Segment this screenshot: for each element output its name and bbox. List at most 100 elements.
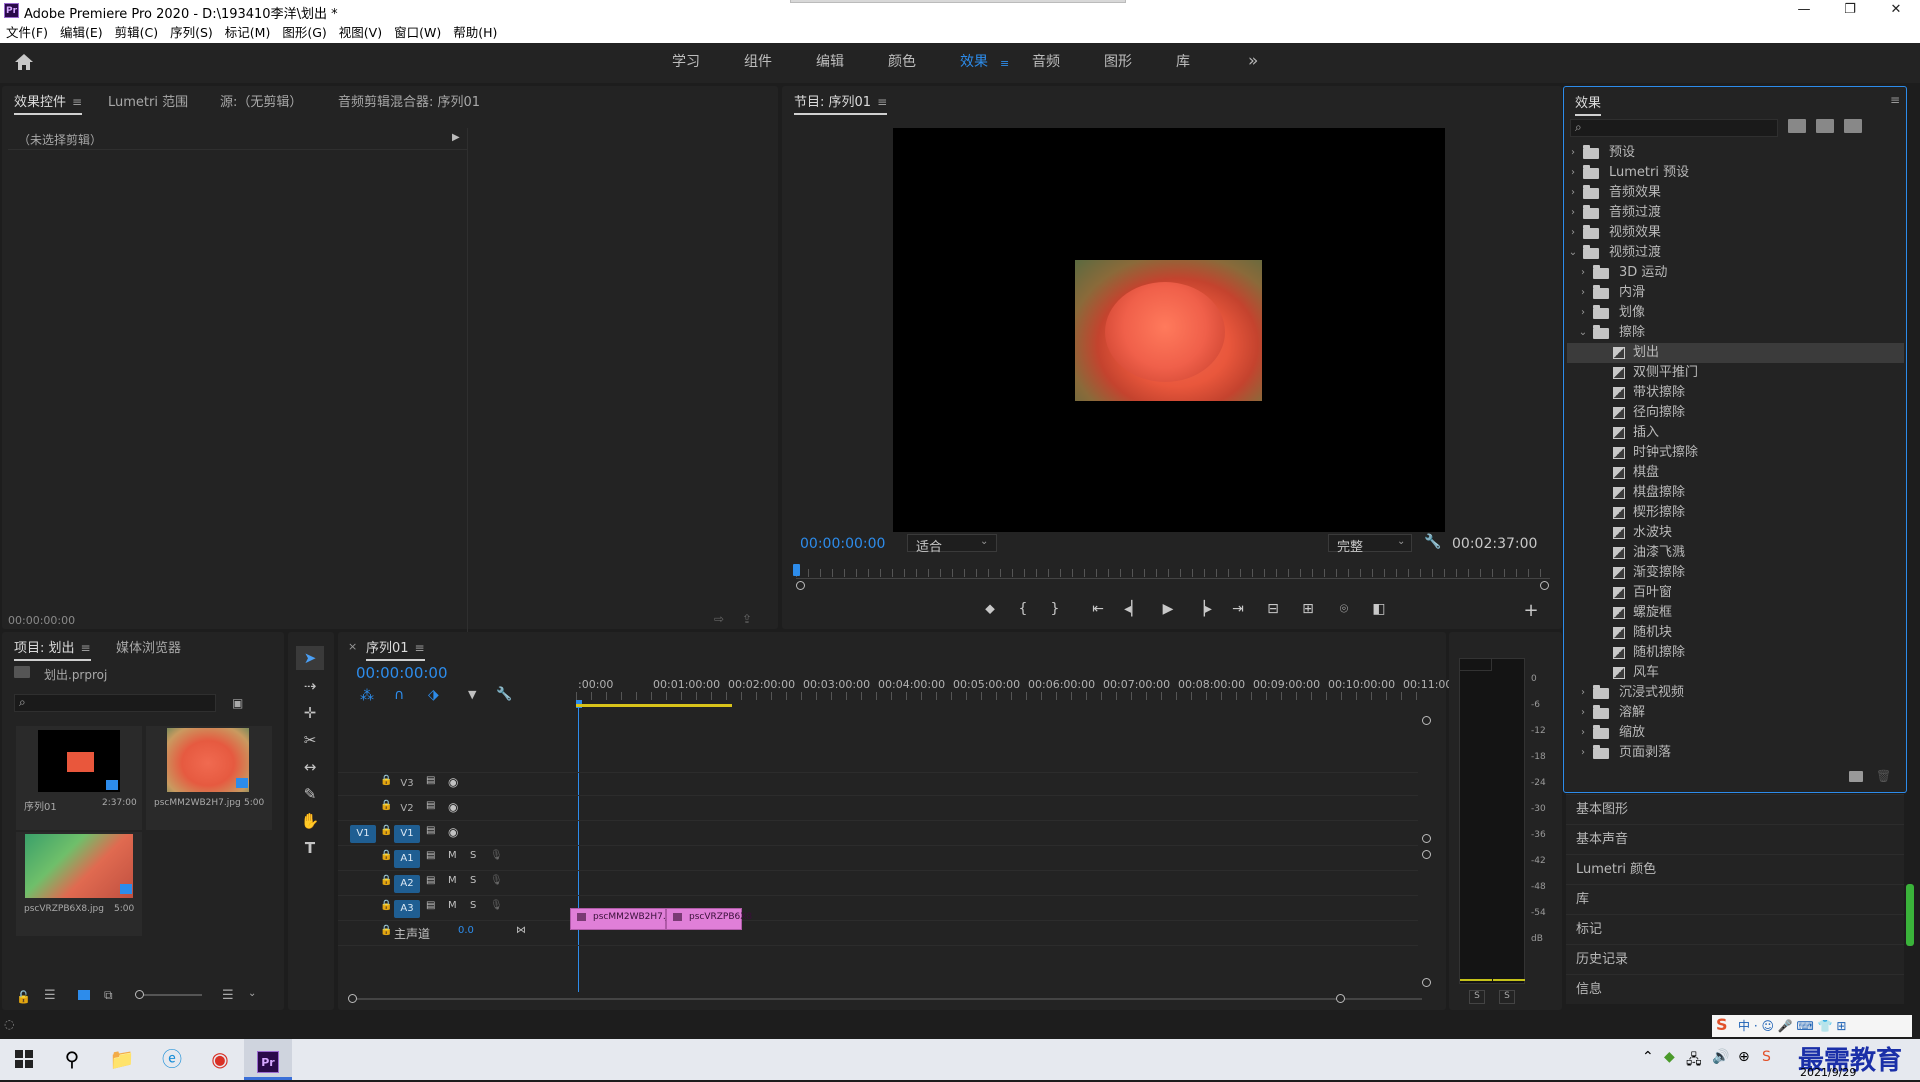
project-item-sequence[interactable]: 序列01 2:37:00 <box>16 726 142 830</box>
razor-tool-icon[interactable]: ✂ <box>296 728 324 752</box>
selection-tool-icon[interactable]: ➤ <box>296 646 324 670</box>
effects-search-input[interactable]: ⌕ <box>1570 119 1778 137</box>
maximize-button[interactable]: ❐ <box>1827 0 1873 22</box>
step-back-icon[interactable]: ◂▏ <box>1122 601 1144 617</box>
lift-icon[interactable]: ⊟ <box>1262 601 1284 617</box>
chevron-right-icon[interactable]: › <box>1577 723 1589 743</box>
toggle-sync-icon[interactable]: ▤ <box>426 850 435 861</box>
chevron-right-icon[interactable]: › <box>1577 303 1589 323</box>
effects-tree-item-6[interactable]: › 3D 运动 <box>1567 263 1904 283</box>
workspace-tab-1[interactable]: 组件 <box>744 43 772 81</box>
chevron-right-icon[interactable]: › <box>1577 683 1589 703</box>
zoom-slider[interactable] <box>135 990 202 999</box>
solo-button[interactable]: S <box>470 875 476 886</box>
chevron-right-icon[interactable]: › <box>1567 143 1579 163</box>
taskbar-search-icon[interactable]: ⚲ <box>48 1039 96 1080</box>
effects-tree-item-12[interactable]: 带状擦除 <box>1567 383 1904 403</box>
effects-tree-item-22[interactable]: 百叶窗 <box>1567 583 1904 603</box>
chevron-right-icon[interactable]: › <box>1567 203 1579 223</box>
side-panel-3[interactable]: 库 <box>1566 884 1904 914</box>
project-search-input[interactable]: ⌕ <box>14 694 216 712</box>
track-label-V2[interactable]: V2 <box>394 800 420 818</box>
voiceover-mic-icon[interactable]: 🎙 <box>490 850 503 861</box>
icon-view-icon[interactable] <box>78 990 90 1000</box>
effects-tree-item-25[interactable]: 随机擦除 <box>1567 643 1904 663</box>
tab-audio-clip-mixer[interactable]: 音频剪辑混合器: 序列01 <box>338 91 480 110</box>
menu-item-7[interactable]: 窗口(W) <box>388 22 447 43</box>
program-playhead[interactable] <box>793 564 800 576</box>
work-area-bar[interactable] <box>576 704 732 707</box>
linked-selection-icon[interactable]: ∩ <box>394 687 404 703</box>
chevron-right-icon[interactable]: › <box>1577 263 1589 283</box>
track-lock-icon[interactable]: 🔒 <box>380 850 392 861</box>
network-icon[interactable]: 🖧 <box>1686 1049 1702 1073</box>
tray-shield-icon[interactable]: ◆ <box>1664 1049 1675 1065</box>
effects-tree-item-16[interactable]: 棋盘 <box>1567 463 1904 483</box>
panel-menu-icon[interactable]: ≡ <box>81 641 91 655</box>
go-to-out-icon[interactable]: ⇥ <box>1227 601 1249 617</box>
effects-tree-item-4[interactable]: › 视频效果 <box>1567 223 1904 243</box>
workspace-tab-4[interactable]: 效果 <box>960 43 988 81</box>
horizontal-scrollbar[interactable] <box>348 994 1422 1003</box>
track-select-tool-icon[interactable]: ⇢ <box>296 674 324 698</box>
effects-tree-item-27[interactable]: › 沉浸式视频 <box>1567 683 1904 703</box>
effects-tree-item-21[interactable]: 渐变擦除 <box>1567 563 1904 583</box>
track-lock-icon[interactable]: 🔒 <box>380 900 392 911</box>
chevron-down-icon[interactable]: ⌄ <box>248 988 256 999</box>
zoom-end-handle[interactable] <box>1540 581 1549 590</box>
mark-in-icon[interactable]: { <box>1012 601 1034 617</box>
sogou-icon[interactable]: S <box>1716 1015 1728 1034</box>
effects-tree-item-10[interactable]: 划出 <box>1567 343 1904 363</box>
home-icon[interactable] <box>14 53 34 71</box>
effects-tree-item-7[interactable]: › 内滑 <box>1567 283 1904 303</box>
comparison-view-icon[interactable]: ◧ <box>1368 601 1390 617</box>
hand-tool-icon[interactable]: ✋ <box>296 809 324 833</box>
chevron-right-icon[interactable]: › <box>1567 223 1579 243</box>
workspace-tab-0[interactable]: 学习 <box>672 43 700 81</box>
chevron-right-icon[interactable]: › <box>1577 743 1589 763</box>
tab-source[interactable]: 源:（无剪辑） <box>220 91 302 110</box>
add-button-icon[interactable]: + <box>1520 600 1542 621</box>
tab-sequence[interactable]: 序列01 ≡ <box>366 637 425 661</box>
side-panel-5[interactable]: 历史记录 <box>1566 944 1904 974</box>
pen-tool-icon[interactable]: ✎ <box>296 782 324 806</box>
track-label-A2[interactable]: A2 <box>394 875 420 893</box>
effects-tree-item-14[interactable]: 插入 <box>1567 423 1904 443</box>
menu-item-5[interactable]: 图形(G) <box>276 22 332 43</box>
panel-scrollbar[interactable] <box>1906 884 1914 946</box>
effects-tree-item-9[interactable]: ⌄ 擦除 <box>1567 323 1904 343</box>
mark-out-icon[interactable]: } <box>1044 601 1066 617</box>
tray-chevron-icon[interactable]: ⌃ <box>1642 1049 1654 1065</box>
close-tab-icon[interactable]: × <box>348 640 357 653</box>
source-patch-V1[interactable]: V1 <box>350 825 376 843</box>
program-current-timecode[interactable]: 00:00:00:00 <box>800 536 885 552</box>
tab-program[interactable]: 节目: 序列01 ≡ <box>794 91 888 115</box>
track-lock-icon[interactable]: 🔒 <box>380 825 392 836</box>
menu-item-3[interactable]: 序列(S) <box>164 22 219 43</box>
chevron-right-icon[interactable]: › <box>1577 283 1589 303</box>
menu-item-0[interactable]: 文件(F) <box>0 22 54 43</box>
close-button[interactable]: ✕ <box>1873 0 1919 22</box>
tab-lumetri-scopes[interactable]: Lumetri 范围 <box>108 91 188 110</box>
effects-tree-item-15[interactable]: 时钟式擦除 <box>1567 443 1904 463</box>
slip-tool-icon[interactable]: ↔ <box>296 755 324 779</box>
eye-icon[interactable]: ◉ <box>448 800 458 814</box>
snap-icon[interactable]: ⁂ <box>360 688 374 704</box>
tab-effect-controls[interactable]: 效果控件 ≡ <box>14 91 83 115</box>
type-tool-icon[interactable]: T <box>296 836 324 860</box>
menu-item-8[interactable]: 帮助(H) <box>447 22 503 43</box>
sort-icon[interactable]: ☰ <box>222 988 234 1003</box>
track-label-A3[interactable]: A3 <box>394 900 420 918</box>
volume-icon[interactable]: 🔊 <box>1712 1049 1729 1065</box>
effects-tree-item-0[interactable]: › 预设 <box>1567 143 1904 163</box>
voiceover-mic-icon[interactable]: 🎙 <box>490 900 503 911</box>
master-gap-icon[interactable]: ⋈ <box>516 925 526 936</box>
chrome-icon[interactable]: ◉ <box>196 1039 244 1080</box>
chevron-right-icon[interactable]: › <box>1567 183 1579 203</box>
track-label-V1[interactable]: V1 <box>394 825 420 843</box>
effects-tree-item-5[interactable]: ⌄ 视频过渡 <box>1567 243 1904 263</box>
effects-tree-item-1[interactable]: › Lumetri 预设 <box>1567 163 1904 183</box>
quality-dropdown[interactable]: 完整 ⌄ <box>1328 534 1412 555</box>
delete-icon[interactable]: 🗑 <box>1876 769 1891 783</box>
program-time-ruler[interactable] <box>793 564 1550 590</box>
